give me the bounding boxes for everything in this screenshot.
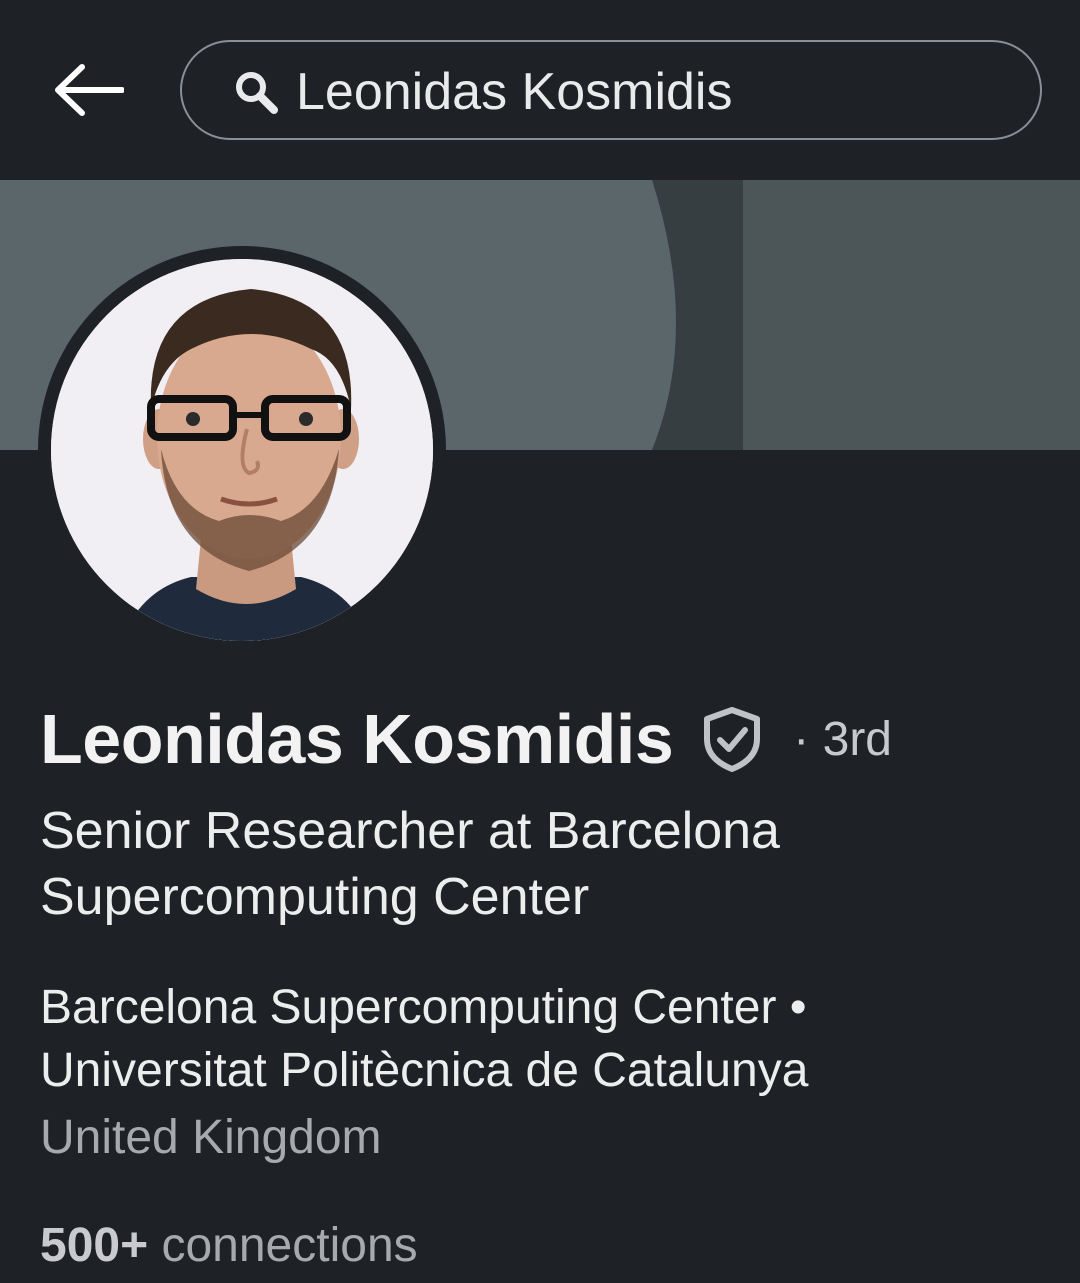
name-row: Leonidas Kosmidis · 3rd [40,694,892,784]
profile-page: Leonidas Kosmidis Leonidas Kosmidis · 3r… [0,0,1080,1283]
profile-avatar[interactable] [38,246,446,654]
connections-link[interactable]: 500+ connections [40,1216,418,1276]
avatar-photo [51,259,433,641]
arrow-left-icon [55,64,124,116]
profile-location: United Kingdom [40,1111,382,1164]
back-button[interactable] [48,55,128,125]
search-query: Leonidas Kosmidis [296,63,733,121]
connection-degree: · 3rd [793,712,892,766]
search-icon [236,72,278,114]
connections-label: connections [148,1219,418,1272]
connections-count: 500+ [40,1219,149,1272]
profile-headline: Senior Researcher at Barcelona Supercomp… [40,802,780,926]
profile-name: Leonidas Kosmidis [40,700,674,778]
search-input[interactable]: Leonidas Kosmidis [180,40,1042,140]
verified-shield-icon[interactable] [701,706,763,772]
profile-company[interactable]: Barcelona Supercomputing Center • Univer… [40,976,1040,1102]
top-bar: Leonidas Kosmidis [0,0,1080,180]
